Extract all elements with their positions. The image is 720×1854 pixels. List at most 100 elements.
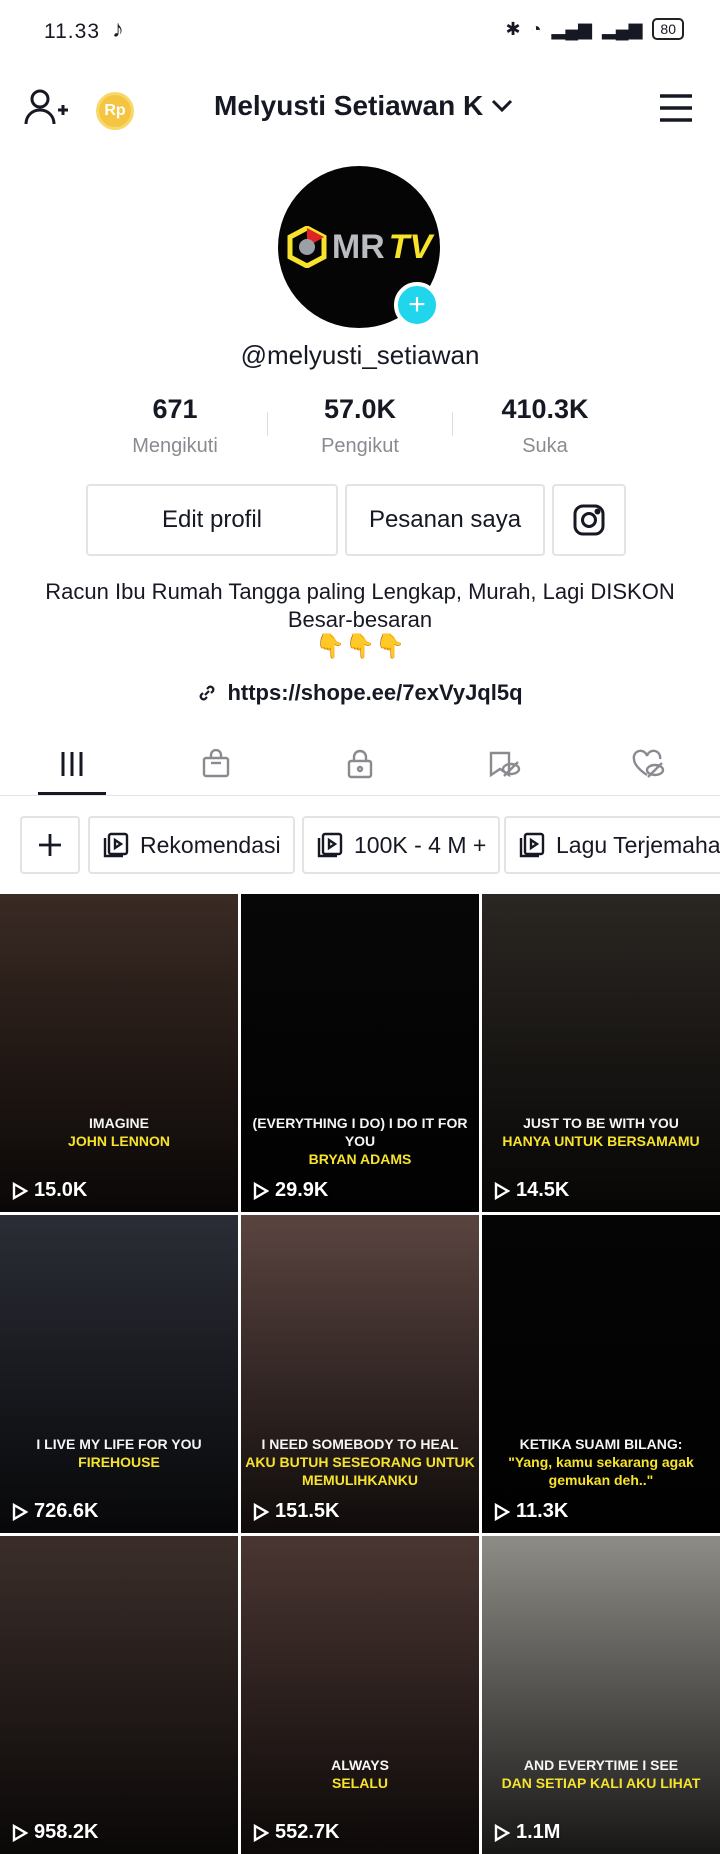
caption-line: (EVERYTHING I DO) I DO IT FOR YOU [252,1115,468,1149]
view-count: 726.6K [12,1500,99,1523]
stat-value: 671 [152,394,198,424]
profile-stats: 671 Mengikuti 57.0K Pengikut 410.3K Suka [0,394,720,464]
play-icon [12,1823,28,1842]
stat-following[interactable]: 671 Mengikuti [83,394,267,458]
avatar-logo: MR TV [286,226,432,268]
link-icon [200,685,215,701]
instagram-button[interactable] [552,484,626,556]
playlist-icon [103,832,129,858]
stat-value: 410.3K [501,394,589,424]
tab-saved[interactable] [432,732,576,796]
add-friend-icon[interactable] [24,88,68,128]
stat-likes[interactable]: 410.3K Suka [453,394,637,458]
account-name: Melyusti Setiawan K [214,90,484,121]
playlist-row: Rekomendasi 100K - 4 M + Lagu Terjemahan [0,816,720,876]
content-tabs [0,732,720,796]
video-caption: AND EVERYTIME I SEE DAN SETIAP KALI AKU L… [482,1756,720,1792]
view-count: 11.3K [494,1500,568,1523]
video-thumbnail[interactable]: IMAGINE JOHN LENNON 15.0K [0,894,238,1212]
playlist-chip[interactable]: 100K - 4 M + [302,816,501,874]
view-count-text: 958.2K [34,1821,99,1843]
status-icons: ✱ ◔ ▂▄▆ ▂▄▆ 80 [506,18,684,40]
avatar-text-mr: MR [331,227,385,266]
tab-shop[interactable] [144,732,288,796]
profile-link[interactable]: https://shope.ee/7exVyJql5q [0,680,720,706]
view-count: 15.0K [12,1179,87,1202]
video-thumbnail[interactable]: KETIKA SUAMI BILANG: "Yang, kamu sekarang… [482,1215,720,1533]
add-playlist-button[interactable] [20,816,80,874]
status-time: 11.33 [44,20,100,43]
video-thumbnail[interactable]: JUST TO BE WITH YOU HANYA UNTUK BERSAMAMU… [482,894,720,1212]
view-count: 151.5K [253,1500,340,1523]
playlist-chip[interactable]: Lagu Terjemahan [504,816,720,874]
link-text: https://shope.ee/7exVyJql5q [227,680,523,705]
caption-line-translation: "Yang, kamu sekarang agak gemukan deh.." [508,1454,694,1488]
tab-private[interactable] [288,732,432,796]
my-orders-button[interactable]: Pesanan saya [345,484,545,556]
signal-icon: ▂▄▆ [551,18,592,39]
video-caption: IMAGINE JOHN LENNON [0,1114,238,1150]
video-thumbnail[interactable]: (EVERYTHING I DO) I DO IT FOR YOU BRYAN A… [241,894,479,1212]
video-thumbnail[interactable]: AND EVERYTIME I SEE DAN SETIAP KALI AKU L… [482,1536,720,1854]
video-thumbnail[interactable]: 958.2K [0,1536,238,1854]
edit-profile-button[interactable]: Edit profil [86,484,338,556]
lock-icon [347,749,373,779]
caption-line: JUST TO BE WITH YOU [523,1115,679,1131]
add-story-button[interactable]: + [394,282,440,328]
view-count-text: 1.1M [516,1821,561,1843]
heart-hidden-icon [632,749,665,778]
tab-videos[interactable] [0,732,144,796]
account-switcher[interactable]: Melyusti Setiawan K [214,90,513,122]
stat-label: Mengikuti [132,435,218,457]
instagram-icon [573,504,605,536]
caption-line-translation: HANYA UNTUK BERSAMAMU [502,1133,700,1149]
play-icon [12,1502,28,1521]
tab-liked[interactable] [576,732,720,796]
stat-value: 57.0K [323,394,397,424]
chevron-down-icon [492,99,513,113]
view-count-text: 726.6K [34,1500,99,1522]
caption-line-translation: AKU BUTUH SESEORANG UNTUK MEMULIHKANKU [245,1454,475,1488]
stat-label: Pengikut [321,435,399,457]
playlist-label: 100K - 4 M + [354,831,487,858]
video-caption: I LIVE MY LIFE FOR YOU FIREHOUSE [0,1435,238,1471]
bio-emoji: 👇👇👇 [315,633,405,660]
caption-line-translation: FIREHOUSE [78,1454,160,1470]
view-count: 1.1M [494,1821,560,1844]
signal-icon-2: ▂▄▆ [601,18,643,39]
view-count-text: 29.9K [275,1179,329,1201]
bookmark-hidden-icon [489,751,521,778]
coin-icon[interactable]: Rp [96,92,134,130]
caption-line: IMAGINE [89,1115,149,1131]
caption-line-translation: BRYAN ADAMS [308,1151,412,1167]
video-thumbnail[interactable]: I LIVE MY LIFE FOR YOU FIREHOUSE 726.6K [0,1215,238,1533]
playlist-label: Rekomendasi [140,831,281,858]
active-tab-indicator [38,792,106,795]
video-caption: ALWAYS SELALU [241,1756,479,1792]
video-caption: JUST TO BE WITH YOU HANYA UNTUK BERSAMAMU [482,1114,720,1150]
view-count-text: 151.5K [275,1500,340,1522]
video-thumbnail[interactable]: I NEED SOMEBODY TO HEAL AKU BUTUH SESEORA… [241,1215,479,1533]
grid-icon [61,752,83,776]
view-count: 958.2K [12,1821,99,1844]
caption-line: I LIVE MY LIFE FOR YOU [36,1436,202,1452]
caption-line: KETIKA SUAMI BILANG: [519,1436,683,1452]
video-thumbnail[interactable]: ALWAYS SELALU 552.7K [241,1536,479,1854]
caption-line-translation: SELALU [332,1775,388,1791]
music-note-icon: ♪ [112,16,124,43]
status-bar: 11.33 ♪ ✱ ◔ ▂▄▆ ▂▄▆ 80 [0,0,720,64]
play-icon [253,1823,269,1842]
bluetooth-icon: ✱ [505,18,521,39]
playlist-icon [519,832,545,858]
hamburger-menu-icon[interactable] [658,92,694,124]
profile-header: Rp Melyusti Setiawan K [0,70,720,146]
stat-followers[interactable]: 57.0K Pengikut [268,394,452,458]
caption-line-translation: JOHN LENNON [68,1133,170,1149]
view-count-text: 11.3K [516,1500,569,1522]
playlist-chip[interactable]: Rekomendasi [88,816,295,874]
view-count-text: 14.5K [516,1179,570,1201]
play-icon [253,1181,269,1200]
video-grid: IMAGINE JOHN LENNON 15.0K (EVERYTHING I DO)… [0,894,720,1854]
view-count: 552.7K [253,1821,340,1844]
play-icon [494,1181,510,1200]
